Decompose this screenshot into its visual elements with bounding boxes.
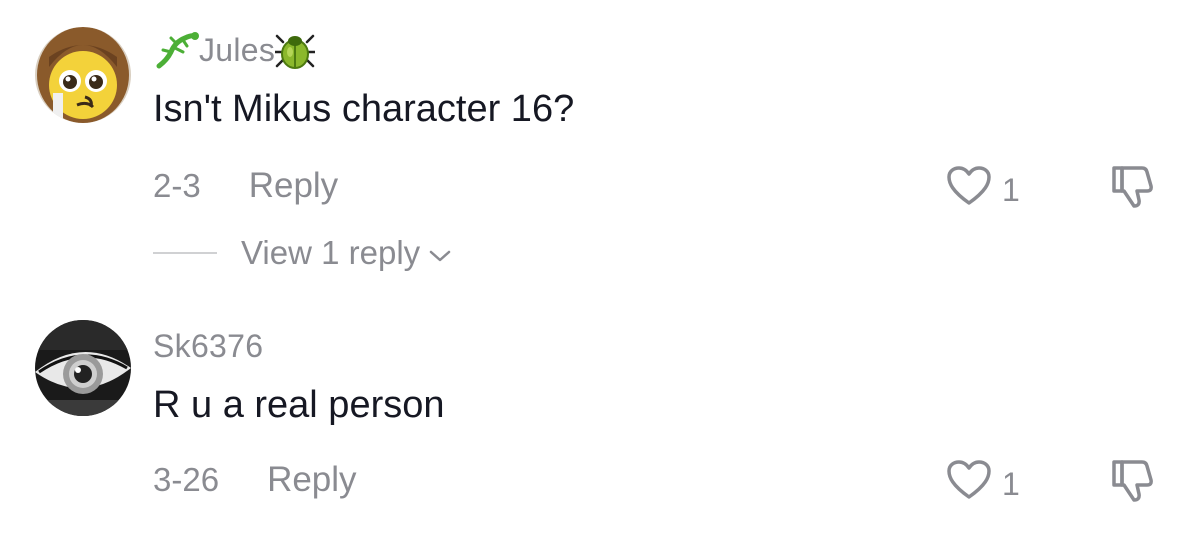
thumbs-down-icon: [1108, 460, 1156, 508]
lizard-emoji-icon: [153, 30, 199, 70]
comment-meta: 2-3 Reply: [153, 166, 338, 206]
comment-item: Sk6376 R u a real person 3-26 Reply 1: [0, 300, 1200, 552]
avatar-image: [35, 320, 131, 416]
view-replies-label[interactable]: View 1 reply: [241, 234, 420, 272]
comment-date: 2-3: [153, 167, 201, 204]
comment-item: Jules Isn't Mikus character 16? 2-3 Repl…: [0, 0, 1200, 300]
avatar[interactable]: [35, 27, 131, 123]
thumbs-down-icon: [1108, 166, 1156, 214]
comment-meta: 3-26 Reply: [153, 460, 357, 500]
comment-text: R u a real person: [153, 384, 445, 426]
comment-text: Isn't Mikus character 16?: [153, 88, 575, 130]
username[interactable]: Jules: [153, 30, 316, 70]
like-button[interactable]: 1: [946, 165, 1020, 215]
username-text: Sk6376: [153, 328, 264, 364]
username[interactable]: Sk6376: [153, 328, 263, 365]
heart-icon: [946, 459, 992, 509]
comment-date: 3-26: [153, 461, 220, 498]
heart-icon: [946, 165, 992, 215]
like-count: 1: [1002, 465, 1020, 502]
avatar-image: [35, 27, 131, 123]
reply-button[interactable]: Reply: [249, 166, 338, 206]
divider-line: [153, 252, 217, 254]
dislike-button[interactable]: [1108, 164, 1156, 215]
beetle-emoji-icon: [275, 30, 316, 70]
username-text: Jules: [199, 31, 276, 68]
like-button[interactable]: 1: [946, 459, 1020, 509]
avatar[interactable]: [35, 320, 131, 416]
chevron-down-icon: [428, 234, 452, 272]
dislike-button[interactable]: [1108, 458, 1156, 509]
like-count: 1: [1002, 171, 1020, 208]
reply-button[interactable]: Reply: [267, 460, 356, 500]
view-replies[interactable]: View 1 reply: [153, 234, 452, 272]
